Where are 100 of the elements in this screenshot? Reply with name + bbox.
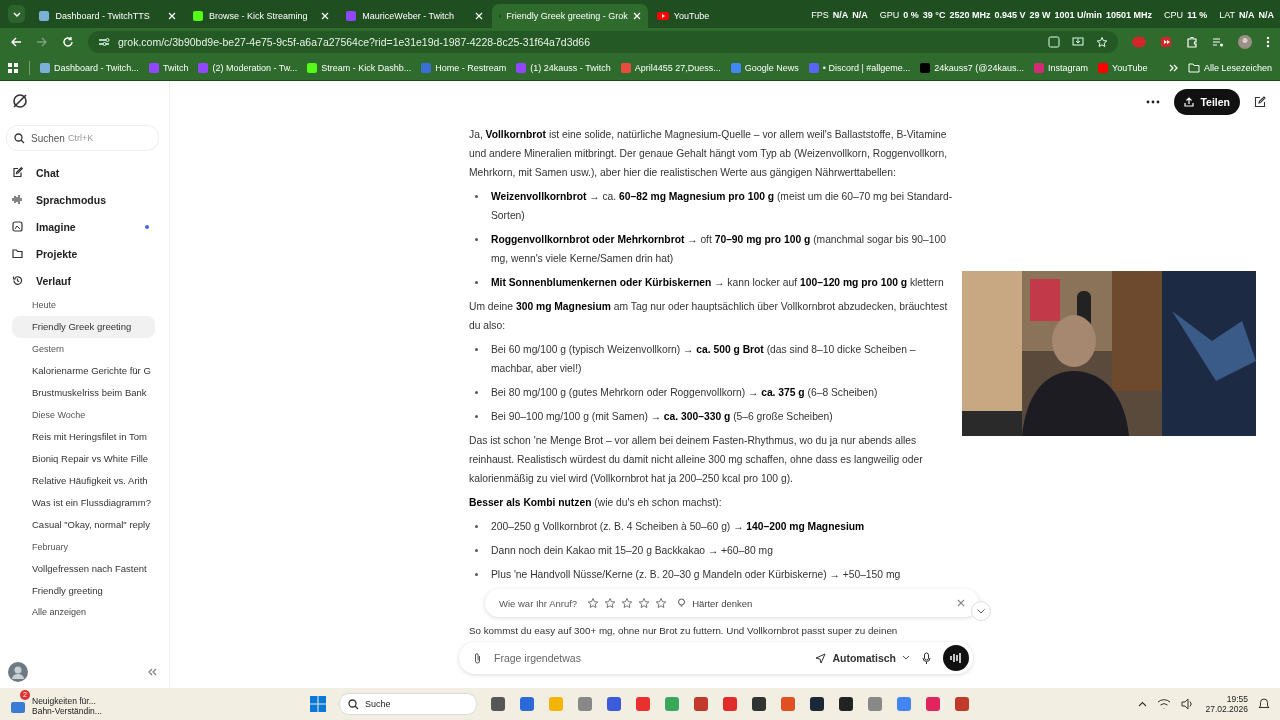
tab-list-button[interactable]: [8, 5, 26, 23]
attach-icon[interactable]: [473, 652, 482, 664]
bookmark[interactable]: Home - Restream: [421, 63, 507, 73]
tray-overflow-icon[interactable]: [1138, 701, 1148, 707]
star-icon[interactable]: [604, 597, 617, 609]
history-item[interactable]: Relative Häufigkeit vs. Arith: [12, 470, 169, 492]
message-input[interactable]: Frage irgendetwas Automatisch: [459, 642, 973, 674]
avatar-icon[interactable]: [8, 662, 28, 682]
overlay-value: 39 °C: [922, 10, 946, 20]
nav-item[interactable]: Sprachmodus: [12, 186, 157, 213]
collapse-sidebar-icon[interactable]: [148, 668, 157, 676]
notification-icon[interactable]: [1258, 698, 1270, 710]
app-icon[interactable]: [838, 696, 854, 712]
mode-selector[interactable]: Automatisch: [815, 648, 910, 668]
reload-icon[interactable]: [62, 36, 74, 48]
star-icon[interactable]: [638, 597, 651, 609]
history-item[interactable]: Friendly greeting: [12, 580, 169, 602]
overlay-value: 29 W: [1029, 10, 1051, 20]
menu-icon[interactable]: [1266, 36, 1270, 48]
app-icon[interactable]: [809, 696, 825, 712]
bookmark[interactable]: Dashboard - Twitch...: [40, 63, 139, 73]
taskbar-search[interactable]: Suche: [339, 693, 477, 715]
overlay-value: N/A: [832, 10, 849, 20]
overlay-label: FPS: [811, 10, 829, 20]
star-icon[interactable]: [587, 597, 600, 609]
app-icon[interactable]: [490, 696, 506, 712]
bookmark[interactable]: Google News: [730, 63, 799, 73]
bookmark[interactable]: Twitch: [148, 63, 189, 73]
star-rating[interactable]: [587, 597, 668, 609]
install-icon[interactable]: [1072, 36, 1084, 48]
news-headline: Neuigkeiten für...: [32, 696, 97, 706]
upload-icon: [1184, 97, 1195, 107]
browser-tab[interactable]: MauriceWeber - Twitch: [338, 4, 490, 28]
nav-item[interactable]: Projekte: [12, 240, 157, 267]
more-bookmarks-icon[interactable]: [1168, 64, 1178, 72]
paragraph: Besser als Kombi nutzen (wie du's eh schon machst):: [469, 496, 723, 510]
bookmark[interactable]: YouTube: [1098, 63, 1148, 73]
share-button[interactable]: Teilen: [1174, 89, 1240, 115]
site-settings-icon[interactable]: [98, 36, 110, 48]
bookmark[interactable]: (1) 24kauss - Twitch: [516, 63, 611, 73]
overlay-value: 0 %: [903, 10, 919, 20]
extension-icon[interactable]: [1160, 36, 1172, 48]
history-item[interactable]: Friendly Greek greeting: [12, 316, 155, 338]
star-icon[interactable]: [621, 597, 634, 609]
browser-tab[interactable]: Dashboard - TwitchTTS: [31, 4, 183, 28]
avatar-icon[interactable]: [1238, 35, 1252, 49]
lightbulb-icon: [677, 598, 687, 608]
microphone-icon[interactable]: [922, 651, 931, 665]
bookmark[interactable]: Instagram: [1034, 63, 1089, 73]
paragraph: Um deine 300 mg Magnesium am Tag nur oder hauptsächlich über Vollkornbrot abzudecken, bräuchtest du also:: [469, 300, 949, 333]
bookmark[interactable]: April4455 27,Duess...: [620, 63, 721, 73]
bookmark[interactable]: 24kauss7 (@24kaus...: [920, 63, 1024, 73]
history-item[interactable]: Bioniq Repair vs White Fille: [12, 448, 169, 470]
voice-mode-button[interactable]: [943, 645, 969, 671]
history-item[interactable]: Casual "Okay, normal" reply: [12, 514, 169, 536]
suggestion-chip[interactable]: Härter denken: [677, 593, 753, 613]
browser-tab[interactable]: Browse - Kick Streaming: [184, 4, 337, 28]
start-icon[interactable]: [310, 696, 326, 712]
bookmark[interactable]: (2) Moderation - Tw...: [198, 63, 298, 73]
address-bar[interactable]: grok.com/c/3b90bd9e-be27-4e75-9c5f-a6a7a27564ce?rid=1e31e19d-1987-4228-8c25-31f64a7d3d66: [88, 31, 1118, 53]
list-item-text: Plus 'ne Handvoll Nüsse/Kerne (z. B. 20–30 g Mandeln oder Kürbiskerne) → +50–150 mg: [491, 568, 901, 582]
nav-item[interactable]: Imagine: [12, 213, 157, 240]
bookmark[interactable]: Stream - Kick Dashb...: [307, 63, 412, 73]
folder-icon: [12, 248, 23, 259]
nav-item[interactable]: Chat: [12, 159, 157, 186]
history-heading: Diese Woche: [31, 409, 87, 422]
overlay-value: N/A: [1258, 10, 1274, 20]
overlay-label: CPU: [1164, 10, 1184, 20]
browser-tab[interactable]: Friendly Greek greeting - Grok: [491, 4, 648, 28]
nav-item[interactable]: Verlauf: [12, 267, 157, 294]
search-icon: [14, 132, 25, 144]
history-item[interactable]: Vollgefressen nach Fastent: [12, 558, 169, 580]
back-icon[interactable]: [10, 36, 22, 48]
browser-tab[interactable]: YouTube: [649, 4, 802, 28]
edit-icon[interactable]: [1254, 96, 1266, 108]
overlay-value: 10501 MHz: [1106, 10, 1153, 20]
history-item[interactable]: Was ist ein Flussdiagramm?: [12, 492, 169, 514]
overlay-value: N/A: [852, 10, 868, 20]
star-icon[interactable]: [655, 597, 668, 609]
all-bookmarks-button[interactable]: Alle Lesezeichen: [1187, 63, 1272, 73]
puzzle-icon[interactable]: [1186, 36, 1198, 48]
history-item[interactable]: Kalorienarme Gerichte für G: [12, 360, 169, 382]
list-item-text: Roggenvollkornbrot oder Mehrkornbrot → oft 70–90 mg pro 100 g (manchmal sogar bis 90–100 mg, wenn's viele Kerne/Samen drin hat): [491, 233, 947, 266]
history-item[interactable]: Reis mit Heringsfilet in Tom: [12, 426, 169, 448]
playlist-icon[interactable]: [1212, 36, 1224, 48]
history-item[interactable]: Brustmuskelriss beim Bank: [12, 382, 169, 404]
bullet-icon: [475, 348, 478, 351]
clock-time[interactable]: 19:55: [1226, 694, 1248, 704]
apps-icon[interactable]: [8, 62, 19, 74]
logo-icon[interactable]: [12, 93, 28, 109]
history-heading: Gestern: [31, 343, 65, 356]
list-item-text: Bei 60 mg/100 g (typisch Weizenvollkorn) → ca. 500 g Brot (das sind 8–10 dicke Scheiben – machbar, aber viel!): [491, 343, 917, 376]
translate-icon[interactable]: [1048, 36, 1060, 48]
chevron-icon: [902, 655, 910, 661]
app-icon[interactable]: [751, 696, 767, 712]
show-all-link[interactable]: Alle anzeigen: [12, 602, 157, 622]
more-options-icon[interactable]: [1146, 100, 1161, 104]
clock-date[interactable]: 27.02.2026: [1205, 704, 1248, 714]
bookmark[interactable]: • Discord | #allgeme...: [808, 63, 911, 73]
search-field[interactable]: Suchen Ctrl+K: [6, 125, 159, 151]
